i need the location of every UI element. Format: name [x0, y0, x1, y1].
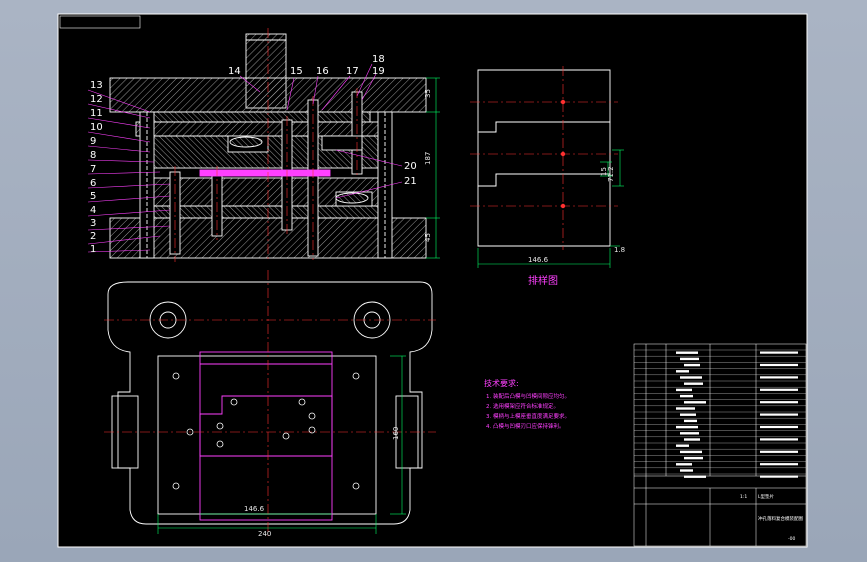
note-3: 3. 模柄与上模座垂直度满足要求。: [486, 412, 570, 420]
parts-row-name: [684, 456, 703, 460]
dim-plan-height: 160: [392, 427, 400, 440]
strip: [199, 169, 331, 177]
balloon-11: 11: [90, 108, 103, 119]
parts-row-name: [676, 444, 689, 447]
balloon-14: 14: [228, 66, 241, 77]
parts-row-spec: [760, 463, 798, 466]
balloon-8: 8: [90, 150, 96, 161]
balloon-5: 5: [90, 191, 96, 202]
parts-row-spec: [760, 475, 798, 478]
parts-row-name: [684, 401, 706, 404]
dim-bottom: 45: [424, 233, 432, 242]
parts-row-spec: [760, 425, 798, 429]
parts-row-spec: [760, 376, 798, 379]
parts-row-name: [676, 388, 692, 392]
balloon-21: 21: [404, 176, 417, 187]
parts-row-name: [676, 407, 695, 410]
parts-row-name: [680, 394, 693, 398]
dim-layout-tail: 1.8: [614, 246, 625, 254]
notes-title: 技术要求:: [484, 378, 519, 388]
parts-row-name: [680, 450, 702, 454]
dim-layout-width: 146.6: [528, 256, 549, 264]
balloon-3: 3: [90, 218, 96, 229]
balloon-7: 7: [90, 164, 96, 175]
title-part-1: L型垫片: [758, 493, 775, 500]
title-drawing-no: -00: [788, 536, 795, 542]
balloon-19: 19: [372, 66, 385, 77]
parts-row-name: [676, 463, 692, 466]
note-4: 4. 凸模与凹模刃口应保持锋利。: [486, 422, 565, 430]
balloon-15: 15: [290, 66, 303, 77]
parts-row-name: [684, 419, 697, 423]
parts-row-name: [680, 376, 702, 379]
dim-plan-inner: 146.6: [244, 505, 265, 513]
balloon-2: 2: [90, 231, 96, 242]
balloon-12: 12: [90, 94, 103, 105]
title-scale: 1:1: [740, 494, 747, 500]
balloon-4: 4: [90, 205, 96, 216]
note-2: 2. 选用模架应符合标准规定。: [486, 402, 559, 410]
balloon-13: 13: [90, 80, 103, 91]
parts-row-name: [684, 382, 703, 385]
parts-row-spec: [760, 351, 798, 354]
parts-row-spec: [760, 413, 798, 416]
parts-row-name: [684, 363, 700, 367]
note-1: 1. 装配后凸模与凹模间隙应均匀。: [486, 392, 570, 400]
assembly-drawing: 35 187 45 13 12 11 10 9 8 7 6 5 4 3 2 1 …: [57, 13, 808, 548]
dim-layout-gap: 15: [600, 167, 608, 176]
balloon-9: 9: [90, 136, 96, 147]
parts-row-name: [680, 432, 699, 435]
cad-viewport[interactable]: 35 187 45 13 12 11 10 9 8 7 6 5 4 3 2 1 …: [0, 0, 867, 562]
balloon-16: 16: [316, 66, 329, 77]
balloon-20: 20: [404, 161, 417, 172]
parts-row-name: [684, 475, 706, 478]
balloon-10: 10: [90, 122, 103, 133]
parts-row-spec: [760, 450, 798, 453]
parts-row-spec: [760, 388, 798, 391]
parts-row-spec: [760, 401, 798, 404]
parts-row-name: [680, 469, 693, 472]
parts-row-spec: [760, 438, 798, 441]
layout-title: 排样图: [528, 274, 558, 287]
parts-row-name: [676, 370, 689, 373]
balloon-17: 17: [346, 66, 359, 77]
balloon-6: 6: [90, 178, 96, 189]
dim-mid: 187: [424, 152, 432, 165]
parts-row-name: [676, 351, 698, 354]
parts-row-name: [680, 413, 696, 416]
dim-layout-height: 71.2: [607, 166, 615, 182]
parts-row-name: [684, 438, 700, 441]
parts-row-name: [680, 357, 699, 361]
dim-plan-outer: 240: [258, 530, 271, 538]
balloon-1: 1: [90, 244, 96, 255]
balloon-18: 18: [372, 54, 385, 65]
title-part-2: 冲孔落料复合模装配图: [758, 515, 803, 522]
parts-row-spec: [760, 363, 798, 367]
dim-top: 35: [424, 89, 432, 98]
parts-row-name: [676, 425, 698, 429]
